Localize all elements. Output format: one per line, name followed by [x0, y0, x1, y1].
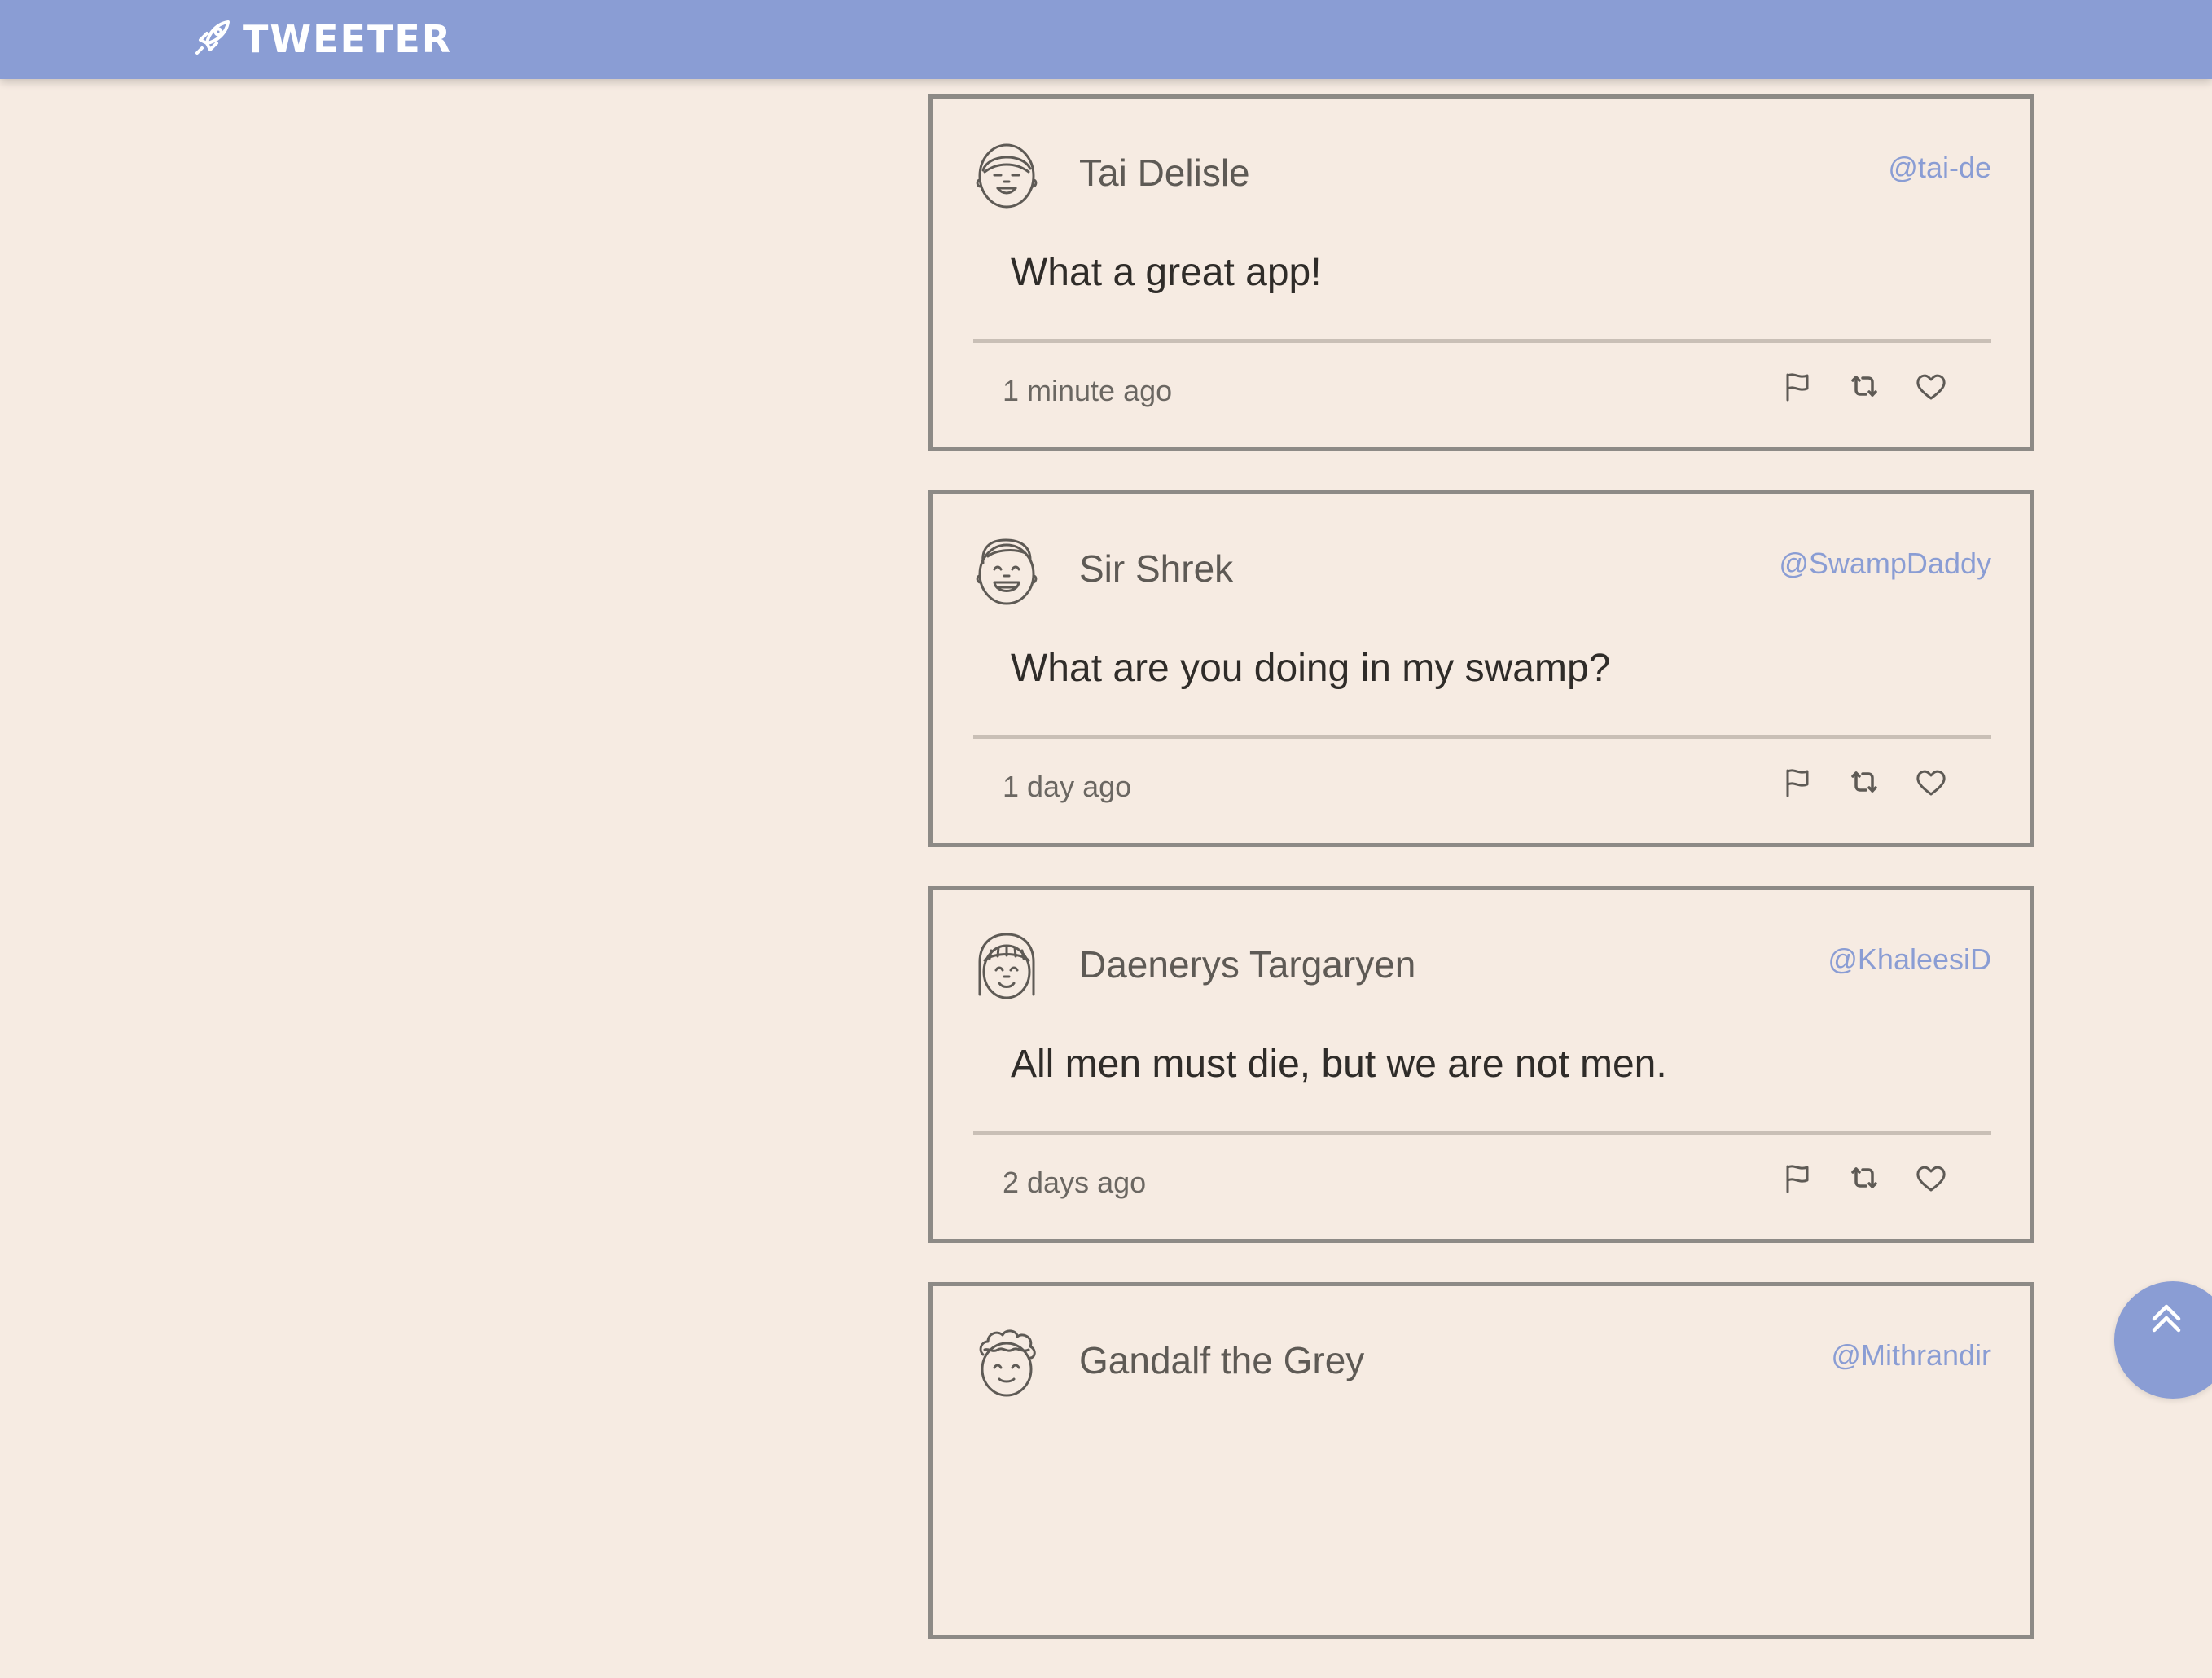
user-handle[interactable]: @SwampDaddy — [1779, 547, 1991, 581]
display-name[interactable]: Tai Delisle — [1079, 151, 1250, 195]
timestamp: 1 day ago — [1003, 770, 1132, 803]
heart-icon[interactable] — [1913, 1161, 1949, 1197]
tweet-text: All men must die, but we are not men. — [1011, 1043, 1667, 1086]
display-name[interactable]: Daenerys Targaryen — [1079, 942, 1415, 986]
display-name[interactable]: Gandalf the Grey — [1079, 1338, 1364, 1382]
top-navbar: TWEETER — [0, 0, 2212, 79]
divider — [973, 735, 1991, 739]
tweet-actions — [1780, 369, 1949, 405]
tweet-card: Sir Shrek @SwampDaddy What are you doing… — [928, 490, 2034, 847]
tweet-text: What a great app! — [1011, 251, 1322, 294]
scroll-to-top-button[interactable] — [2114, 1281, 2212, 1399]
brand[interactable]: TWEETER — [192, 15, 452, 64]
retweet-icon[interactable] — [1846, 765, 1882, 801]
divider — [973, 1131, 1991, 1135]
tweet-card: Tai Delisle @tai-de What a great app! 1 … — [928, 94, 2034, 451]
heart-icon[interactable] — [1913, 765, 1949, 801]
display-name[interactable]: Sir Shrek — [1079, 547, 1233, 591]
timestamp: 2 days ago — [1003, 1166, 1147, 1199]
brand-name: TWEETER — [243, 17, 453, 61]
double-chevron-up-icon — [2152, 1281, 2185, 1340]
retweet-icon[interactable] — [1846, 369, 1882, 405]
user-handle[interactable]: @tai-de — [1888, 151, 1991, 185]
divider — [973, 339, 1991, 343]
flag-icon[interactable] — [1780, 765, 1815, 801]
tweet-header: Gandalf the Grey @Mithrandir — [973, 1325, 1991, 1399]
user-handle[interactable]: @Mithrandir — [1831, 1338, 1991, 1373]
tweet-text: What are you doing in my swamp? — [1011, 647, 1611, 690]
tweet-actions — [1780, 1161, 1949, 1197]
user-handle[interactable]: @KhaleesiD — [1828, 942, 1991, 977]
tweet-actions — [1780, 765, 1949, 801]
tweet-card: Daenerys Targaryen @KhaleesiD All men mu… — [928, 886, 2034, 1243]
laughing-face-avatar-icon — [973, 534, 1040, 607]
heart-icon[interactable] — [1913, 369, 1949, 405]
smiling-face-avatar-icon — [973, 138, 1040, 211]
flag-icon[interactable] — [1780, 1161, 1815, 1197]
tweet-header: Tai Delisle @tai-de — [973, 138, 1991, 211]
curly-hair-avatar-icon — [973, 1325, 1040, 1399]
tweet-header: Daenerys Targaryen @KhaleesiD — [973, 929, 1991, 1003]
timestamp: 1 minute ago — [1003, 374, 1173, 407]
flag-icon[interactable] — [1780, 369, 1815, 405]
retweet-icon[interactable] — [1846, 1161, 1882, 1197]
tweet-feed: Tai Delisle @tai-de What a great app! 1 … — [928, 94, 2034, 1678]
bangs-face-avatar-icon — [973, 929, 1040, 1003]
tweet-card: Gandalf the Grey @Mithrandir — [928, 1282, 2034, 1639]
rocket-icon — [192, 17, 233, 61]
tweet-header: Sir Shrek @SwampDaddy — [973, 534, 1991, 607]
